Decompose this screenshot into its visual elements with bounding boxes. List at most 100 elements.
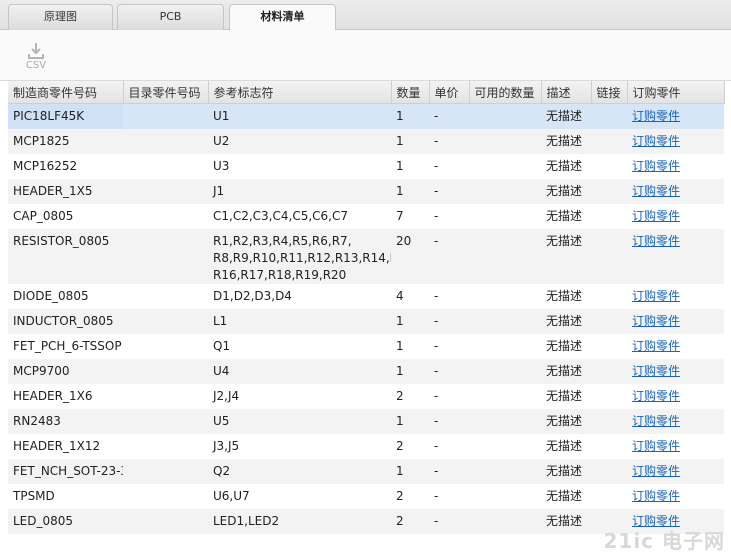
mfr-part-cell: LED_0805	[8, 509, 123, 534]
order-parts-cell: 订购零件	[627, 384, 724, 409]
table-row[interactable]: INDUCTOR_0805 L1 1- 无描述 订购零件	[8, 309, 724, 334]
tab-bar: 原理图 PCB 材料清单	[0, 0, 731, 31]
available-qty-cell	[469, 509, 541, 534]
order-parts-link[interactable]: 订购零件	[632, 159, 680, 173]
order-parts-link[interactable]: 订购零件	[632, 134, 680, 148]
unit-price-cell: -	[434, 339, 439, 353]
catalog-part-cell	[123, 334, 208, 359]
available-qty-cell	[469, 129, 541, 154]
tab-schematic[interactable]: 原理图	[8, 4, 113, 30]
table-row[interactable]: HEADER_1X5 J1 1- 无描述 订购零件	[8, 179, 724, 204]
order-parts-link[interactable]: 订购零件	[632, 389, 680, 403]
catalog-part-cell	[123, 179, 208, 204]
col-header-order-parts[interactable]: 订购零件	[627, 81, 725, 104]
link-cell	[591, 284, 627, 309]
table-row[interactable]: FET_NCH_SOT-23-3 Q2 1- 无描述 订购零件	[8, 459, 724, 484]
col-header-catalog-part[interactable]: 目录零件号码	[123, 81, 209, 104]
col-header-unit-price[interactable]: 单价	[429, 81, 470, 104]
order-parts-link[interactable]: 订购零件	[632, 234, 680, 248]
order-parts-link[interactable]: 订购零件	[632, 209, 680, 223]
unit-price-cell: -	[429, 129, 469, 154]
col-header-ref-designators[interactable]: 参考标志符	[208, 81, 392, 104]
order-parts-link[interactable]: 订购零件	[632, 439, 680, 453]
order-parts-link[interactable]: 订购零件	[632, 414, 680, 428]
quantity-cell: 7	[396, 209, 404, 223]
description-cell: 无描述	[546, 209, 583, 223]
available-qty-cell	[469, 284, 541, 309]
order-parts-link[interactable]: 订购零件	[632, 464, 680, 478]
catalog-part-cell	[123, 103, 208, 129]
mfr-part-cell: RESISTOR_0805	[8, 229, 123, 284]
available-qty-cell	[469, 434, 541, 459]
table-row[interactable]: DIODE_0805 D1,D2,D3,D4 4 - 无描述 订购零件	[8, 284, 724, 309]
quantity-cell: 20	[391, 229, 429, 284]
table-row[interactable]: HEADER_1X6 J2,J4 2 - 无描述 订购零件	[8, 384, 724, 409]
ref-designator-line: J3,J5	[213, 439, 240, 453]
ref-designator-line: Q1	[213, 339, 231, 353]
table-row[interactable]: MCP9700 U4 1- 无描述 订购零件	[8, 359, 724, 384]
table-row[interactable]: FET_PCH_6-TSSOP Q1 1 - 无描述 订购零件	[8, 334, 724, 359]
export-csv-button[interactable]: CSV	[22, 42, 50, 76]
order-parts-cell: 订购零件	[627, 409, 724, 434]
order-parts-cell: 订购零件	[627, 154, 724, 179]
available-qty-cell	[469, 484, 541, 509]
unit-price-cell: -	[429, 179, 469, 204]
table-row[interactable]: MCP16252 U3 1 - 无描述 订购零件	[8, 154, 724, 179]
table-row[interactable]: TPSMD U6,U7 2 - 无描述 订购零件	[8, 484, 724, 509]
col-header-quantity[interactable]: 数量	[391, 81, 430, 104]
table-row[interactable]: HEADER_1X12 J3,J5 2 - 无描述 订购零件	[8, 434, 724, 459]
catalog-part-cell	[123, 384, 208, 409]
catalog-part-cell	[123, 359, 208, 384]
order-parts-link[interactable]: 订购零件	[632, 339, 680, 353]
ref-designators-cell: J3,J5	[208, 434, 391, 459]
link-cell	[591, 154, 627, 179]
catalog-part-cell	[123, 409, 208, 434]
order-parts-link[interactable]: 订购零件	[632, 289, 680, 303]
catalog-part-cell	[123, 509, 208, 534]
col-header-link[interactable]: 链接	[591, 81, 628, 104]
order-parts-link[interactable]: 订购零件	[632, 184, 680, 198]
link-cell	[591, 459, 627, 484]
link-cell	[591, 484, 627, 509]
description-cell: 无描述	[541, 179, 591, 204]
table-row[interactable]: PIC18LF45K U1 1- 无描述 订购零件	[8, 103, 724, 129]
quantity-cell: 1	[391, 409, 429, 434]
unit-price-cell: -	[434, 489, 439, 503]
quantity-cell: 1	[391, 459, 429, 484]
ref-designator-line: R1,R2,R3,R4,R5,R6,R7,	[213, 234, 352, 248]
description-cell: 无描述	[541, 103, 591, 129]
order-parts-cell: 订购零件	[627, 229, 724, 284]
link-cell	[591, 179, 627, 204]
table-row[interactable]: CAP_0805 C1,C2,C3,C4,C5,C6,C7 7 - 无描述 订购零件	[8, 204, 724, 229]
download-icon	[22, 42, 50, 60]
tab-pcb[interactable]: PCB	[117, 4, 224, 30]
order-parts-link[interactable]: 订购零件	[632, 314, 680, 328]
link-cell	[591, 334, 627, 359]
link-cell	[591, 409, 627, 434]
order-parts-link[interactable]: 订购零件	[632, 109, 680, 123]
col-header-available-qty[interactable]: 可用的数量	[469, 81, 542, 104]
available-qty-cell	[469, 334, 541, 359]
unit-price-cell: -	[429, 459, 469, 484]
order-parts-cell: 订购零件	[627, 359, 724, 384]
available-qty-cell	[469, 409, 541, 434]
table-header-row: 制造商零件号码 目录零件号码 参考标志符 数量 单价 可用的数量 描述 链接 订…	[8, 81, 725, 104]
ref-designators-cell: U1	[208, 103, 391, 129]
ref-designators-cell: Q1	[208, 334, 391, 359]
ref-designator-line: LED1,LED2	[213, 514, 280, 528]
table-row[interactable]: MCP1825 U2 1- 无描述 订购零件	[8, 129, 724, 154]
ref-designator-line: U5	[213, 414, 230, 428]
ref-designator-line: L1	[213, 314, 228, 328]
order-parts-link[interactable]: 订购零件	[632, 364, 680, 378]
table-row[interactable]: RESISTOR_0805 R1,R2,R3,R4,R5,R6,R7, R8,R9,…	[8, 229, 724, 284]
table-row[interactable]: RN2483 U5 1- 无描述 订购零件	[8, 409, 724, 434]
col-header-mfr-part[interactable]: 制造商零件号码	[8, 81, 124, 104]
link-cell	[591, 129, 627, 154]
order-parts-link[interactable]: 订购零件	[632, 489, 680, 503]
link-cell	[591, 309, 627, 334]
unit-price-cell: -	[429, 409, 469, 434]
tab-bom[interactable]: 材料清单	[229, 4, 336, 31]
link-cell	[591, 229, 627, 284]
col-header-description[interactable]: 描述	[541, 81, 592, 104]
mfr-part-cell: HEADER_1X6	[13, 389, 93, 403]
